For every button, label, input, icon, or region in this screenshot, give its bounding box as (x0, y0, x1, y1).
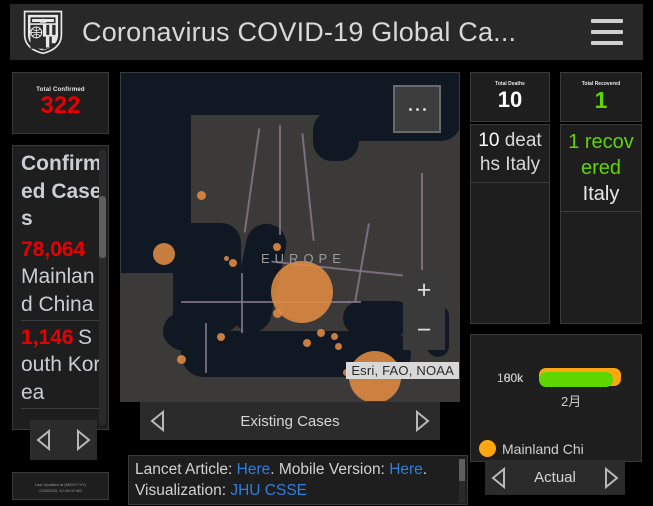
recovered-list-panel[interactable]: 1 recovered Italy (560, 124, 642, 324)
recovered-count: 1 (568, 131, 580, 153)
list-item[interactable]: 78,064 Mainland China (21, 233, 102, 322)
case-bubble (317, 329, 325, 337)
last-updated-line1: Last Updated at (M/D/YYYY) (34, 482, 87, 487)
jhu-csse-link[interactable]: JHU CSSE (230, 482, 307, 499)
case-place: Mainland China (21, 265, 95, 316)
lancet-article-link[interactable]: Here (237, 461, 271, 478)
lancet-prefix: Lancet Article: (135, 461, 237, 478)
confirmed-list-pager[interactable] (30, 420, 97, 460)
country-border (279, 125, 281, 235)
burger-line (591, 19, 623, 23)
zoom-out-button[interactable]: − (403, 310, 445, 350)
total-recovered-value: 1 (594, 86, 608, 113)
country-border (181, 301, 361, 303)
zoom-in-button[interactable]: + (403, 270, 445, 310)
case-bubble (217, 333, 225, 341)
list-item[interactable]: 10 deaths Italy (471, 125, 549, 183)
previous-arrow-icon[interactable] (489, 466, 509, 490)
case-bubble (153, 243, 175, 265)
legend-label: Mainland Chi (502, 440, 584, 457)
dot (415, 107, 419, 111)
previous-arrow-icon[interactable] (148, 409, 168, 433)
ellipsis-options-icon[interactable] (393, 85, 441, 133)
map-nav-label: Existing Cases (240, 412, 340, 430)
case-map[interactable]: EUROPE + − Esri, FAO, NOAA (120, 72, 460, 402)
mobile-version-link[interactable]: Here (389, 461, 423, 478)
burger-line (591, 30, 623, 34)
covid-dashboard: Coronavirus COVID-19 Global Ca... Total … (0, 0, 653, 506)
next-arrow-icon[interactable] (412, 409, 432, 433)
deaths-list-panel[interactable]: 10 deaths Italy (470, 124, 550, 324)
country-border (241, 273, 243, 333)
dot (408, 107, 412, 111)
total-deaths-value: 10 (497, 87, 523, 112)
previous-arrow-icon[interactable] (34, 428, 54, 452)
map-attribution: Esri, FAO, NOAA (346, 362, 459, 379)
bar-series-recovered (539, 372, 613, 387)
lancet-mid: . Mobile Version: (270, 461, 390, 478)
case-bubble (273, 243, 281, 251)
lancet-links-panel[interactable]: Lancet Article: Here. Mobile Version: He… (128, 455, 468, 505)
next-arrow-icon[interactable] (601, 466, 621, 490)
total-recovered-card: Total Recovered 1 (560, 72, 642, 122)
case-bubble (335, 343, 342, 350)
page-title: Coronavirus COVID-19 Global Ca... (82, 16, 517, 47)
case-bubble (273, 309, 282, 318)
cases-chart-panel[interactable]: 100k 80k 2月 Mainland Chi (470, 334, 642, 462)
case-count: 1,146 (21, 326, 74, 350)
y-axis-tick: 80k (504, 371, 524, 385)
confirmed-cases-panel[interactable]: Confirmed Cases 78,064 Mainland China 1,… (12, 145, 109, 430)
total-confirmed-value: 322 (40, 92, 81, 120)
last-updated-line2: 2/24/2020, 10:43:02 AM (39, 488, 82, 493)
app-header: Coronavirus COVID-19 Global Ca... (10, 4, 643, 60)
confirmed-cases-title: Confirmed Cases (21, 152, 102, 231)
death-count: 10 (478, 130, 500, 151)
burger-line (591, 41, 623, 45)
x-axis-tick: 2月 (561, 394, 582, 409)
map-continent-label: EUROPE (261, 251, 346, 266)
chart-plot-area: 100k 80k 2月 Mainland Chi (471, 335, 641, 461)
lancet-scrollbar[interactable] (459, 459, 465, 503)
case-bubble (303, 339, 311, 347)
list-item[interactable]: 1,146 South Korea (21, 321, 102, 409)
map-zoom-controls[interactable]: + − (403, 270, 445, 350)
chart-legend: Mainland Chi (479, 440, 584, 457)
total-confirmed-card: Total Confirmed 322 (12, 72, 109, 134)
confirmed-list-scrollbar[interactable] (99, 150, 106, 425)
total-deaths-card: Total Deaths 10 (470, 72, 550, 122)
case-bubble (177, 355, 186, 364)
recovered-label: recovered (580, 131, 634, 179)
legend-color-swatch (479, 440, 496, 457)
dot (422, 107, 426, 111)
chart-nav-label: Actual (534, 469, 576, 486)
case-bubble (229, 259, 237, 267)
next-arrow-icon[interactable] (73, 428, 93, 452)
scrollbar-thumb[interactable] (99, 196, 106, 258)
map-layer-pager[interactable]: Existing Cases (140, 402, 440, 440)
scrollbar-thumb[interactable] (459, 459, 465, 481)
list-item[interactable]: 1 recovered Italy (561, 125, 641, 212)
death-place: Italy (505, 154, 541, 176)
johns-hopkins-shield-logo (23, 10, 63, 55)
case-count: 78,064 (21, 238, 86, 262)
last-updated-card: Last Updated at (M/D/YYYY) 2/24/2020, 10… (12, 472, 109, 500)
chart-pager[interactable]: Actual (485, 460, 625, 495)
case-bubble (197, 191, 206, 200)
case-bubble (331, 333, 338, 340)
recovered-place: Italy (582, 183, 620, 205)
case-bubble (224, 256, 229, 261)
country-border (205, 323, 207, 373)
bay-of-biscay (163, 311, 209, 351)
hamburger-menu-icon[interactable] (591, 19, 623, 45)
